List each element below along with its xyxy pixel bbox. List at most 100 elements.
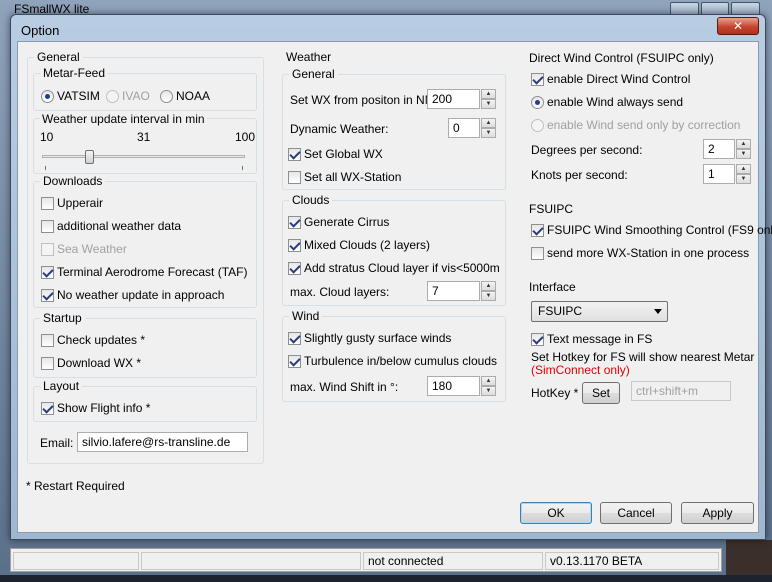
cancel-button[interactable]: Cancel xyxy=(600,502,672,524)
update-interval-group xyxy=(33,118,257,174)
checkbox-indicator xyxy=(41,242,54,256)
checkbox-indicator xyxy=(41,196,54,210)
checkbox-turbulence[interactable]: Turbulence in/below cumulus clouds xyxy=(288,354,497,368)
checkbox-gusty-winds[interactable]: Slightly gusty surface winds xyxy=(288,331,451,345)
interface-select[interactable]: FSUIPC xyxy=(531,301,668,322)
interface-caption: Interface xyxy=(529,280,576,294)
checkbox-label: Generate Cirrus xyxy=(304,215,390,229)
checkbox-additional-weather[interactable]: additional weather data xyxy=(41,219,181,233)
checkbox-indicator xyxy=(41,288,54,302)
set-wx-label: Set WX from positon in NM: xyxy=(290,93,439,107)
max-wind-shift-label: max. Wind Shift in °: xyxy=(290,380,399,394)
checkbox-mixed-clouds[interactable]: Mixed Clouds (2 layers) xyxy=(288,238,430,252)
checkbox-set-all-wx-station[interactable]: Set all WX-Station xyxy=(288,170,401,184)
dynamic-weather-spinner[interactable]: ▲ ▼ xyxy=(481,118,496,138)
knots-per-second-spinner[interactable]: ▲ ▼ xyxy=(736,164,751,184)
checkbox-indicator xyxy=(288,170,301,184)
radio-indicator xyxy=(106,89,119,103)
dynamic-weather-input[interactable]: 0 xyxy=(448,118,480,138)
radio-noaa[interactable]: NOAA xyxy=(160,89,210,103)
checkbox-label: send more WX-Station in one process xyxy=(547,246,750,260)
checkbox-label: FSUIPC Wind Smoothing Control (FS9 only) xyxy=(547,223,772,237)
checkbox-taf[interactable]: Terminal Aerodrome Forecast (TAF) xyxy=(41,265,248,279)
checkbox-upperair[interactable]: Upperair xyxy=(41,196,103,210)
restart-note: * Restart Required xyxy=(26,479,125,493)
checkbox-indicator xyxy=(288,147,301,161)
checkbox-label: Mixed Clouds (2 layers) xyxy=(304,238,431,252)
checkbox-indicator xyxy=(288,261,301,275)
hotkey-field[interactable]: ctrl+shift+m xyxy=(631,381,731,401)
max-wind-shift-input[interactable]: 180 xyxy=(427,376,480,396)
slider-min-label: 10 xyxy=(40,130,54,144)
slider-max-label: 100 xyxy=(235,130,256,144)
dynamic-weather-label: Dynamic Weather: xyxy=(290,122,389,136)
checkbox-label: Add stratus Cloud layer if vis<5000m xyxy=(304,261,500,275)
apply-button[interactable]: Apply xyxy=(681,502,754,524)
interval-slider-track[interactable] xyxy=(42,155,245,158)
checkbox-text-message[interactable]: Text message in FS xyxy=(531,332,652,346)
chevron-down-icon xyxy=(654,309,662,314)
radio-indicator xyxy=(41,89,54,103)
checkbox-label: Set Global WX xyxy=(304,147,383,161)
ok-button[interactable]: OK xyxy=(520,502,592,524)
weather-caption: Weather xyxy=(283,50,335,64)
max-wind-shift-spinner[interactable]: ▲ ▼ xyxy=(481,376,496,396)
checkbox-indicator xyxy=(531,72,544,86)
checkbox-label: Check updates * xyxy=(57,333,146,347)
checkbox-no-update-approach[interactable]: No weather update in approach xyxy=(41,288,224,302)
checkbox-set-global-wx[interactable]: Set Global WX xyxy=(288,147,383,161)
fsuipc-caption: FSUIPC xyxy=(529,202,574,216)
update-interval-caption: Weather update interval in min xyxy=(40,112,207,126)
radio-indicator xyxy=(531,95,544,109)
checkbox-label: Upperair xyxy=(57,196,104,210)
checkbox-indicator xyxy=(288,238,301,252)
interface-select-value: FSUIPC xyxy=(538,304,583,318)
slider-mid-label: 31 xyxy=(137,130,151,144)
radio-vatsim[interactable]: VATSIM xyxy=(41,89,100,103)
checkbox-enable-direct-wind[interactable]: enable Direct Wind Control xyxy=(531,72,690,86)
direct-wind-caption: Direct Wind Control (FSUIPC only) xyxy=(529,51,714,65)
checkbox-label: Sea Weather xyxy=(57,242,127,256)
email-label: Email: xyxy=(40,436,74,450)
set-wx-input[interactable]: 200 xyxy=(427,89,480,109)
set-hotkey-button[interactable]: Set xyxy=(582,382,620,404)
checkbox-generate-cirrus[interactable]: Generate Cirrus xyxy=(288,215,389,229)
checkbox-check-updates[interactable]: Check updates * xyxy=(41,333,145,347)
degrees-per-second-label: Degrees per second: xyxy=(531,143,643,157)
max-cloud-layers-input[interactable]: 7 xyxy=(427,281,480,301)
max-cloud-layers-label: max. Cloud layers: xyxy=(290,285,390,299)
radio-wind-always-send[interactable]: enable Wind always send xyxy=(531,95,683,109)
slider-tick xyxy=(45,166,46,170)
wind-caption: Wind xyxy=(289,309,323,323)
set-wx-spinner[interactable]: ▲ ▼ xyxy=(481,89,496,109)
checkbox-indicator xyxy=(288,331,301,345)
checkbox-label: No weather update in approach xyxy=(57,288,225,302)
checkbox-sea-weather[interactable]: Sea Weather xyxy=(41,242,127,256)
downloads-caption: Downloads xyxy=(40,174,106,188)
knots-per-second-input[interactable]: 1 xyxy=(703,164,735,184)
interval-slider-thumb[interactable] xyxy=(85,150,95,164)
radio-wind-by-correction[interactable]: enable Wind send only by correction xyxy=(531,118,740,132)
checkbox-show-flight-info[interactable]: Show Flight info * xyxy=(41,401,150,415)
checkbox-indicator xyxy=(41,401,54,415)
radio-label: IVAO xyxy=(122,89,150,103)
checkbox-indicator xyxy=(531,223,544,237)
radio-ivao[interactable]: IVAO xyxy=(106,89,150,103)
degrees-per-second-input[interactable]: 2 xyxy=(703,139,735,159)
weather-general-caption: General xyxy=(289,67,338,81)
checkbox-indicator xyxy=(41,333,54,347)
checkbox-label: additional weather data xyxy=(57,219,182,233)
checkbox-send-more-stations[interactable]: send more WX-Station in one process xyxy=(531,246,749,260)
checkbox-download-wx[interactable]: Download WX * xyxy=(41,356,141,370)
checkbox-stratus-layer[interactable]: Add stratus Cloud layer if vis<5000m xyxy=(288,261,500,275)
simconnect-note: (SimConnect only) xyxy=(531,363,630,377)
checkbox-indicator xyxy=(41,356,54,370)
email-field[interactable]: silvio.lafere@rs-transline.de xyxy=(77,432,248,452)
startup-caption: Startup xyxy=(40,311,85,325)
checkbox-wind-smoothing[interactable]: FSUIPC Wind Smoothing Control (FS9 only) xyxy=(531,223,772,237)
degrees-per-second-spinner[interactable]: ▲ ▼ xyxy=(736,139,751,159)
checkbox-label: Set all WX-Station xyxy=(304,170,402,184)
max-cloud-layers-spinner[interactable]: ▲ ▼ xyxy=(481,281,496,301)
radio-label: enable Wind send only by correction xyxy=(547,118,741,132)
hotkey-label: HotKey * xyxy=(531,386,579,400)
